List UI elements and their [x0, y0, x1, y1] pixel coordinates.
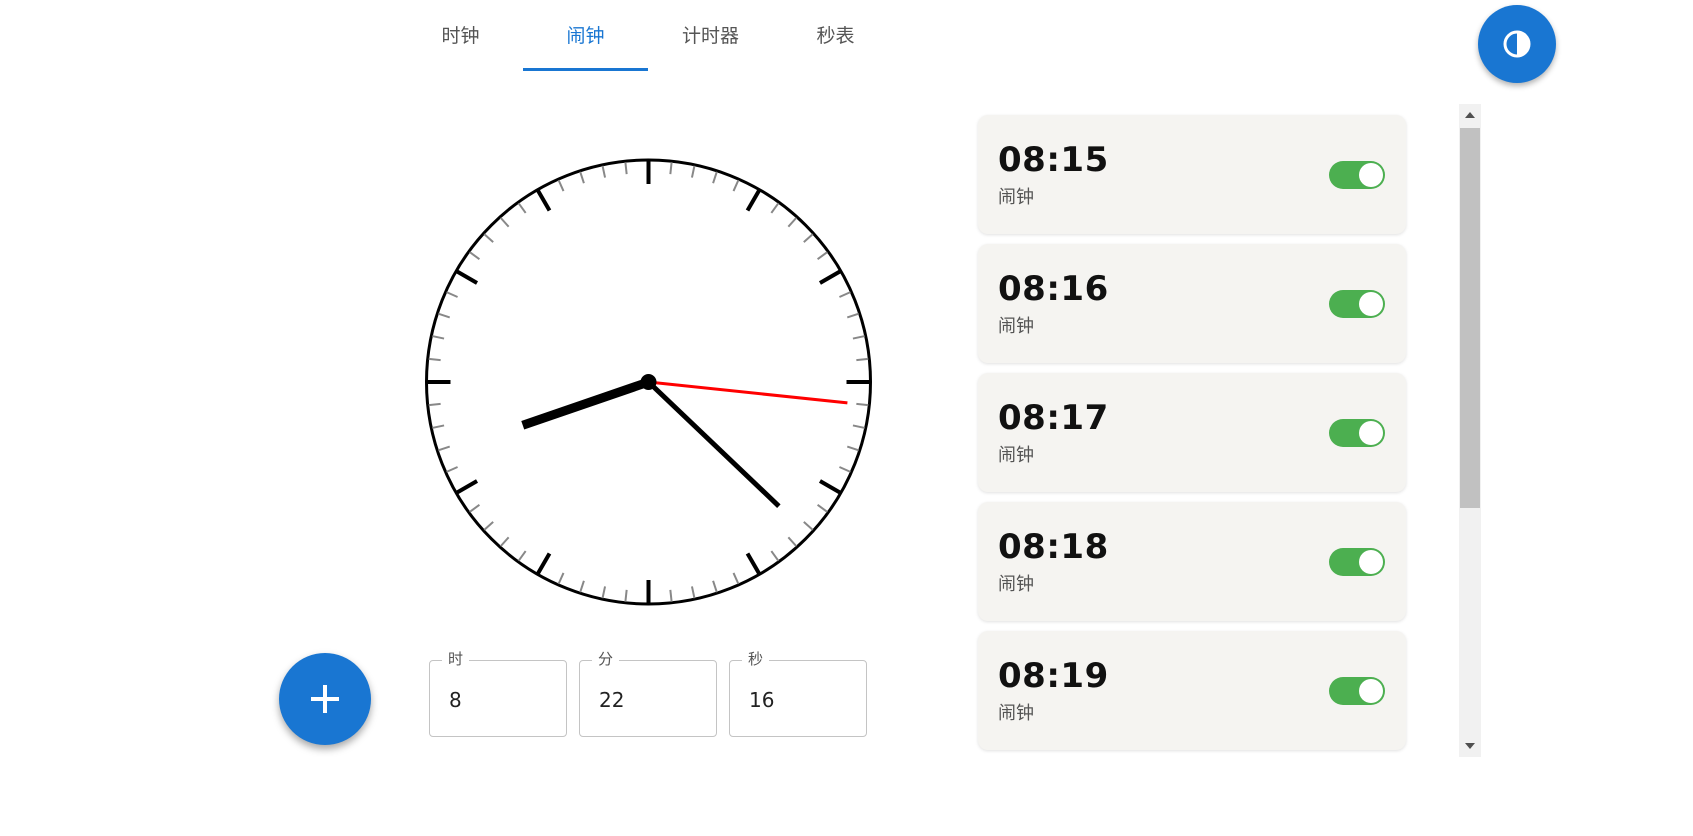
tab-alarm[interactable]: 闹钟: [523, 0, 648, 72]
minute-tick: [428, 357, 441, 362]
alarm-label: 闹钟: [998, 445, 1034, 466]
alarm-item[interactable]: 08:19 闹钟: [978, 631, 1406, 750]
toggle-knob: [1359, 679, 1383, 703]
toggle-knob: [1359, 550, 1383, 574]
minute-tick: [624, 162, 628, 175]
alarm-item[interactable]: 08:17 闹钟: [978, 373, 1406, 492]
second-field-value: 16: [749, 688, 775, 712]
toggle-knob: [1359, 421, 1383, 445]
minute-tick: [428, 402, 441, 407]
alarm-toggle[interactable]: [1329, 677, 1385, 705]
tab-timer[interactable]: 计时器: [648, 0, 773, 72]
alarm-list-scrollbar[interactable]: [1459, 104, 1481, 757]
hour-field[interactable]: 时 8: [429, 649, 567, 737]
alarm-time: 08:18: [998, 527, 1109, 567]
tab-stopwatch[interactable]: 秒表: [773, 0, 898, 72]
alarm-time: 08:15: [998, 140, 1109, 180]
tab-label: 时钟: [441, 24, 480, 47]
alarm-toggle[interactable]: [1329, 419, 1385, 447]
alarm-time: 08:17: [998, 398, 1109, 438]
hour-field-label: 时: [442, 649, 470, 669]
minute-field-label: 分: [592, 649, 620, 669]
tab-bar: 时钟 闹钟 计时器 秒表: [398, 0, 898, 72]
tab-label: 闹钟: [566, 24, 605, 47]
minute-tick: [624, 589, 628, 602]
toggle-knob: [1359, 292, 1383, 316]
alarm-label: 闹钟: [998, 574, 1034, 595]
tab-clock[interactable]: 时钟: [398, 0, 523, 72]
scroll-up-arrow-icon[interactable]: [1459, 104, 1481, 126]
alarm-item[interactable]: 08:16 闹钟: [978, 244, 1406, 363]
hour-field-value: 8: [449, 688, 462, 712]
add-alarm-button[interactable]: [279, 653, 371, 745]
alarm-item[interactable]: 08:15 闹钟: [978, 115, 1406, 234]
minute-field[interactable]: 分 22: [579, 649, 717, 737]
minute-field-value: 22: [599, 688, 625, 712]
minute-tick: [669, 162, 673, 175]
alarm-label: 闹钟: [998, 316, 1034, 337]
toggle-knob: [1359, 163, 1383, 187]
theme-toggle-button[interactable]: [1478, 5, 1556, 83]
scroll-down-arrow-icon[interactable]: [1459, 735, 1481, 757]
app-window: 时钟 闹钟 计时器 秒表 时 8 分 22 秒 16 08:15 闹钟 08:1…: [0, 0, 1568, 757]
scrollbar-thumb[interactable]: [1460, 128, 1480, 508]
alarm-toggle[interactable]: [1329, 161, 1385, 189]
second-field[interactable]: 秒 16: [729, 649, 867, 737]
minute-tick: [856, 402, 869, 407]
alarm-label: 闹钟: [998, 187, 1034, 208]
tab-label: 秒表: [816, 24, 855, 47]
alarm-label: 闹钟: [998, 703, 1034, 724]
second-field-label: 秒: [742, 649, 770, 669]
tab-label: 计时器: [681, 24, 739, 47]
clock-center-cap: [640, 374, 657, 390]
analog-clock: [425, 158, 872, 606]
contrast-icon: [1503, 30, 1531, 58]
alarm-toggle[interactable]: [1329, 548, 1385, 576]
alarm-time: 08:16: [998, 269, 1109, 309]
minute-tick: [669, 589, 673, 602]
minute-tick: [856, 357, 869, 362]
alarm-toggle[interactable]: [1329, 290, 1385, 318]
alarm-item[interactable]: 08:18 闹钟: [978, 502, 1406, 621]
alarm-time: 08:19: [998, 656, 1109, 696]
plus-icon: [311, 685, 339, 713]
